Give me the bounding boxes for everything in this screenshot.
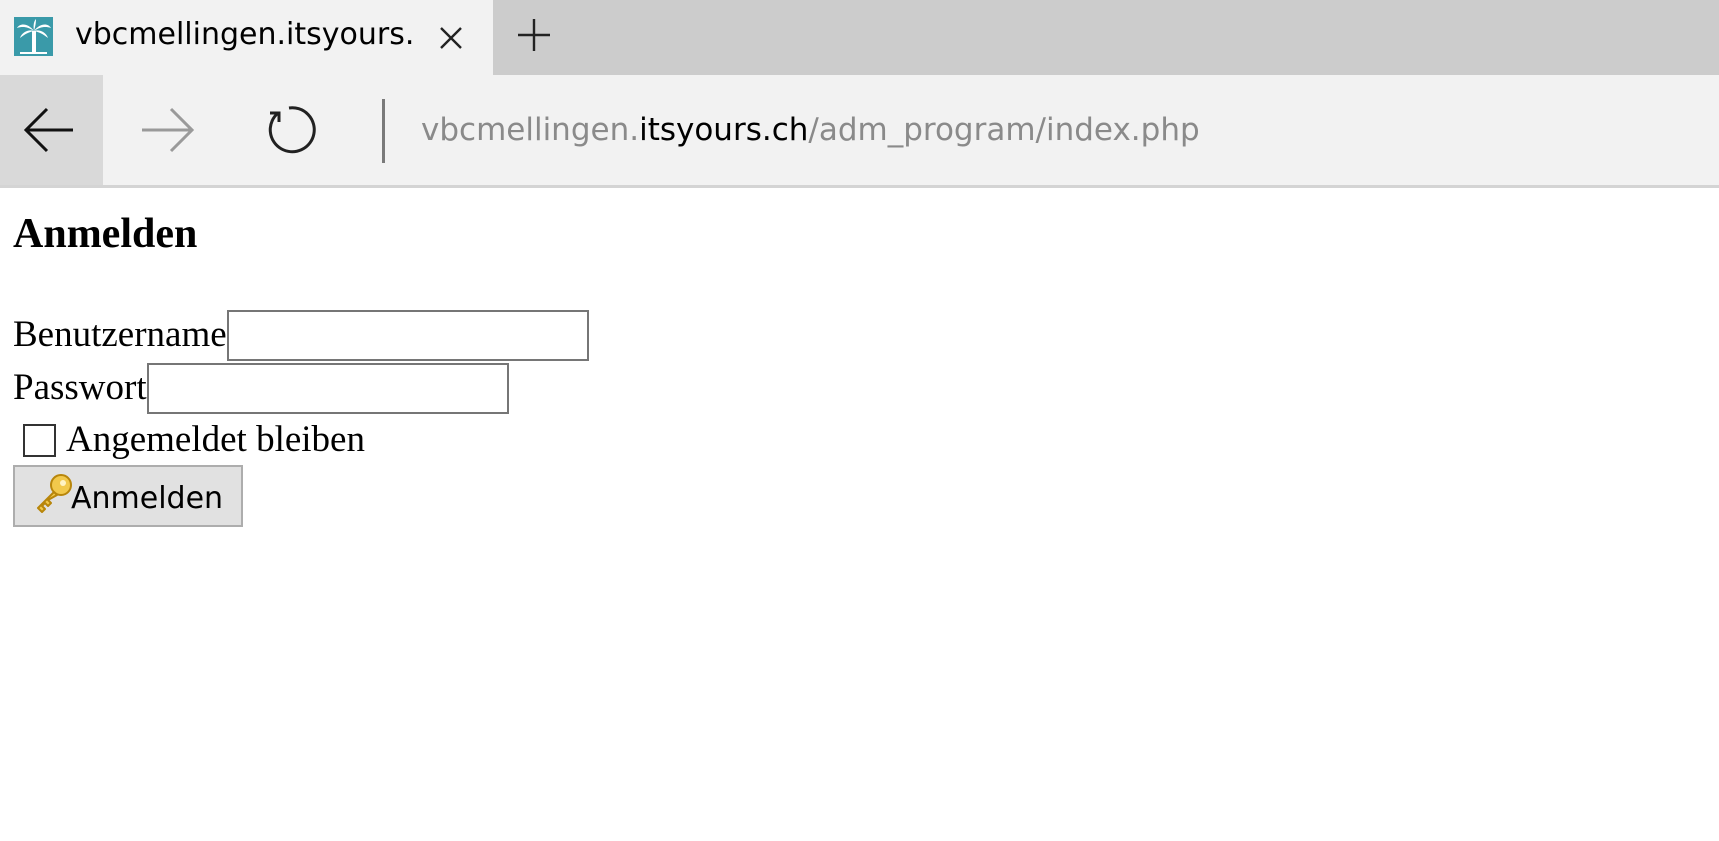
palm-tree-icon — [14, 17, 53, 56]
remember-row: Angemeldet bleiben — [13, 415, 365, 465]
back-button[interactable] — [0, 75, 103, 185]
url-prefix: vbcmellingen. — [421, 112, 640, 148]
address-separator — [382, 99, 385, 163]
plus-icon[interactable] — [513, 14, 555, 56]
close-icon[interactable] — [432, 19, 470, 57]
tab-title: vbcmellingen.itsyours.ch — [75, 17, 413, 52]
key-icon — [37, 474, 72, 513]
refresh-icon[interactable] — [262, 103, 316, 157]
password-label: Passwort — [13, 367, 147, 408]
arrow-right-icon[interactable] — [140, 107, 196, 153]
remember-checkbox[interactable] — [23, 423, 56, 457]
address-bar[interactable]: vbcmellingen.itsyours.ch/adm_program/ind… — [421, 108, 1200, 152]
tab-strip: vbcmellingen.itsyours.ch — [0, 0, 1719, 75]
username-field[interactable] — [226, 309, 589, 361]
page-title: Anmelden — [13, 211, 198, 257]
password-field[interactable] — [146, 362, 509, 414]
remember-label[interactable]: Angemeldet bleiben — [66, 415, 365, 465]
password-row: Passwort — [13, 362, 509, 414]
login-button-label: Anmelden — [71, 481, 224, 516]
login-button[interactable]: Anmelden — [13, 465, 243, 527]
page-content: Anmelden Benutzername Passwort Angemelde… — [0, 188, 1719, 841]
url-host: itsyours.ch — [639, 112, 809, 148]
navigation-bar: vbcmellingen.itsyours.ch/adm_program/ind… — [0, 75, 1719, 188]
arrow-left-icon — [23, 107, 73, 153]
browser-tab-active[interactable]: vbcmellingen.itsyours.ch — [0, 0, 493, 75]
url-path: /adm_program/index.php — [808, 112, 1200, 148]
username-label: Benutzername — [13, 314, 227, 355]
username-row: Benutzername — [13, 309, 589, 361]
